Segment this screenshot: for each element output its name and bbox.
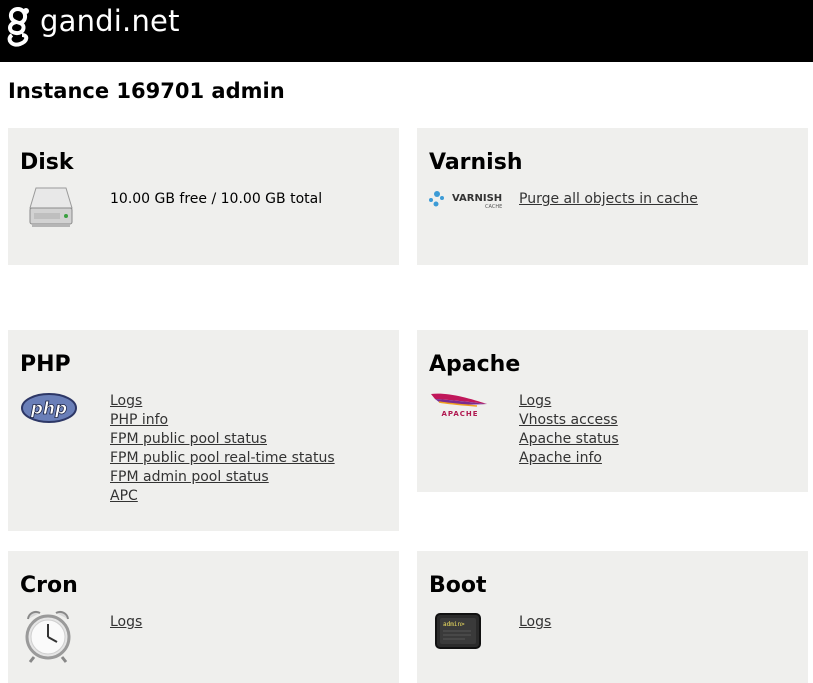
php-title: PHP	[20, 352, 71, 377]
php-links: Logs PHP info FPM public pool status FPM…	[110, 392, 335, 506]
apache-links: Logs Vhosts access Apache status Apache …	[519, 392, 619, 468]
cron-title: Cron	[20, 573, 78, 598]
apache-logo-text: APACHE	[441, 410, 478, 418]
php-info-link[interactable]: PHP info	[110, 411, 335, 430]
disk-usage-text: 10.00 GB free / 10.00 GB total	[110, 191, 323, 207]
varnish-title: Varnish	[429, 150, 523, 175]
varnish-panel: Varnish VARNISH CACHE Purge all objects …	[417, 128, 808, 265]
boot-panel: Boot admin> Logs	[417, 551, 808, 683]
cron-logs-link[interactable]: Logs	[110, 613, 142, 632]
cron-links: Logs	[110, 613, 142, 632]
php-logo-text: php	[30, 399, 67, 419]
page-title: Instance 169701 admin	[8, 79, 285, 103]
purge-cache-link[interactable]: Purge all objects in cache	[519, 190, 698, 209]
cron-panel: Cron Logs	[8, 551, 399, 683]
gandi-logo-icon[interactable]	[4, 5, 34, 47]
varnish-logo-text: VARNISH	[452, 193, 502, 204]
top-bar: gandi.net	[0, 0, 813, 62]
varnish-logo-sub: CACHE	[485, 204, 502, 210]
apache-logo: APACHE	[431, 393, 487, 418]
fpm-admin-pool-status-link[interactable]: FPM admin pool status	[110, 468, 335, 487]
disk-title: Disk	[20, 150, 74, 175]
apache-status-link[interactable]: Apache status	[519, 430, 619, 449]
brand-name[interactable]: gandi.net	[40, 4, 180, 38]
varnish-links: Purge all objects in cache	[519, 190, 698, 209]
boot-logs-link[interactable]: Logs	[519, 613, 551, 632]
php-panel: PHP php Logs PHP info FPM public pool st…	[8, 330, 399, 531]
varnish-logo: VARNISH CACHE	[429, 191, 502, 210]
vhosts-access-link[interactable]: Vhosts access	[519, 411, 619, 430]
apc-link[interactable]: APC	[110, 487, 335, 506]
disk-content: 10.00 GB free / 10.00 GB total	[110, 190, 322, 209]
disk-panel: Disk 10.00 GB free / 10.00 GB total	[8, 128, 399, 265]
boot-title: Boot	[429, 573, 487, 598]
apache-info-link[interactable]: Apache info	[519, 449, 619, 468]
php-logo: php	[21, 393, 77, 423]
apache-logs-link[interactable]: Logs	[519, 392, 619, 411]
hard-drive-icon	[29, 187, 73, 227]
terminal-icon: admin>	[435, 613, 481, 649]
boot-links: Logs	[519, 613, 551, 632]
apache-panel: Apache APACHE Logs Vhosts access Apache …	[417, 330, 808, 492]
fpm-public-pool-realtime-link[interactable]: FPM public pool real-time status	[110, 449, 335, 468]
terminal-screen-text: admin>	[443, 621, 465, 628]
fpm-public-pool-status-link[interactable]: FPM public pool status	[110, 430, 335, 449]
apache-title: Apache	[429, 352, 521, 377]
php-logs-link[interactable]: Logs	[110, 392, 335, 411]
alarm-clock-icon	[25, 610, 71, 663]
